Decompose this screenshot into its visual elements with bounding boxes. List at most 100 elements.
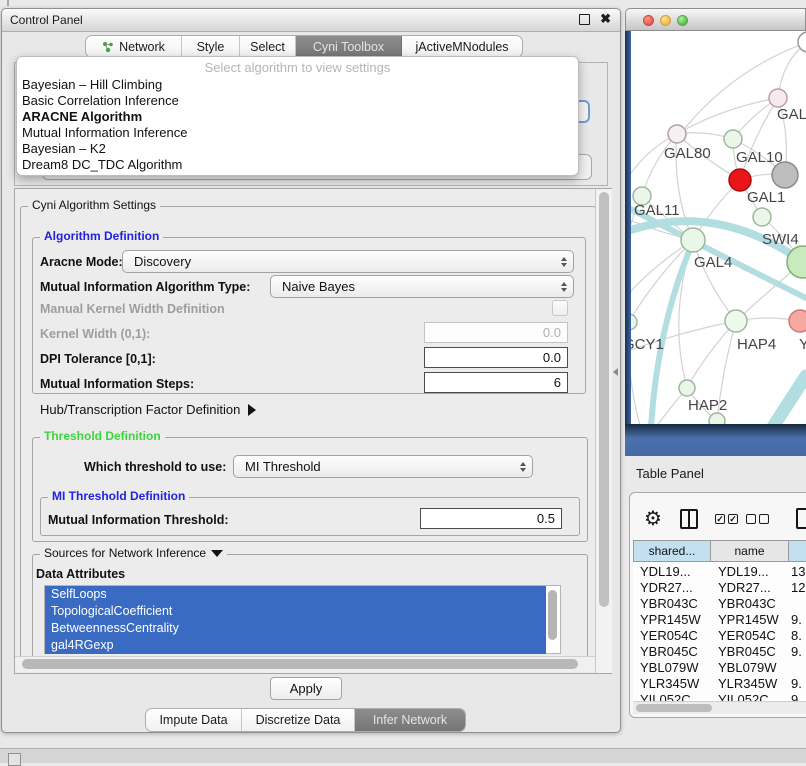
table-cell[interactable]: YIL052C xyxy=(718,692,769,701)
table-row[interactable]: YBR045C xyxy=(640,644,698,660)
attribute-item-betweenness[interactable]: BetweennessCentrality xyxy=(45,620,546,637)
aracne-mode-combo[interactable]: Discovery xyxy=(122,250,574,273)
settings-hscrollbar-thumb[interactable] xyxy=(22,659,578,669)
resize-grip-icon[interactable] xyxy=(8,753,21,766)
table-cell[interactable]: 13 xyxy=(791,564,805,580)
table-cell[interactable]: 9 xyxy=(791,692,798,701)
which-threshold-combo[interactable]: MI Threshold xyxy=(233,455,533,478)
mi-threshold-field[interactable]: 0.5 xyxy=(420,508,562,529)
table-cell[interactable]: YDL19... xyxy=(718,564,769,580)
network-frame-bottom xyxy=(625,424,806,456)
minimize-traffic-light-icon[interactable] xyxy=(660,15,671,26)
zoom-traffic-light-icon[interactable] xyxy=(677,15,688,26)
float-window-icon[interactable] xyxy=(579,14,590,25)
select-all-columns-icon[interactable]: ✓✓ xyxy=(715,514,738,524)
dropdown-item-basic-correlation[interactable]: Basic Correlation Inference xyxy=(17,93,578,109)
tab-infer-network[interactable]: Infer Network xyxy=(355,709,465,731)
node-gal10[interactable] xyxy=(724,130,742,148)
tab-style[interactable]: Style xyxy=(182,36,240,57)
dpi-tolerance-field[interactable]: 0.0 xyxy=(424,347,568,368)
node-hap4[interactable] xyxy=(725,310,747,332)
deselect-all-columns-icon[interactable] xyxy=(746,514,769,524)
table-body: YDL19... YDL19... 13 YDR27... YDR27... 1… xyxy=(633,562,806,701)
control-panel-titlebar[interactable]: Control Panel ✖ xyxy=(2,9,620,32)
table-cell[interactable]: YLR345W xyxy=(718,676,777,692)
manual-kernel-checkbox[interactable] xyxy=(552,300,568,316)
dropdown-item-dream8[interactable]: Dream8 DC_TDC Algorithm xyxy=(17,157,578,173)
table-hscrollbar-thumb[interactable] xyxy=(636,704,712,712)
kernel-width-field[interactable]: 0.0 xyxy=(424,322,568,343)
tab-select[interactable]: Select xyxy=(240,36,296,57)
close-icon[interactable]: ✖ xyxy=(600,11,611,27)
control-panel-tabbar: Network Style Select Cyni Toolbox jActiv… xyxy=(85,35,523,58)
table-cell[interactable]: 9. xyxy=(791,612,802,628)
network-node-label: GAL xyxy=(777,106,806,123)
tab-impute-data[interactable]: Impute Data xyxy=(146,709,242,731)
list-scrollbar-thumb[interactable] xyxy=(548,590,557,640)
table-cell[interactable]: YBR043C xyxy=(718,596,776,612)
tab-discretize-data[interactable]: Discretize Data xyxy=(242,709,355,731)
table-cell[interactable]: 9. xyxy=(791,644,802,660)
column-header-shared-name[interactable]: shared... xyxy=(633,540,711,562)
node-salmon[interactable] xyxy=(789,310,806,332)
mi-type-combo[interactable]: Naive Bayes xyxy=(270,275,574,298)
table-hscrollbar xyxy=(633,701,806,714)
node-gcy1[interactable] xyxy=(631,314,637,330)
table-row[interactable]: YIL052C xyxy=(640,692,691,701)
network-node-label: GAL10 xyxy=(736,149,783,166)
table-row[interactable]: YLR345W xyxy=(640,676,699,692)
dropdown-item-aracne[interactable]: ARACNE Algorithm xyxy=(17,109,578,125)
sources-group-title[interactable]: Sources for Network Inference xyxy=(40,546,227,560)
which-threshold-label: Which threshold to use: xyxy=(84,460,226,474)
attribute-item-selfloops[interactable]: SelfLoops xyxy=(45,586,546,603)
aracne-mode-value: Discovery xyxy=(134,254,191,269)
table-row[interactable]: YBR043C xyxy=(640,596,698,612)
node-gal1-red[interactable] xyxy=(729,169,751,191)
tab-jactivemnodules[interactable]: jActiveMNodules xyxy=(402,36,522,57)
gear-icon[interactable]: ⚙ xyxy=(644,508,662,530)
node-hap2[interactable] xyxy=(679,380,695,396)
node-gal80[interactable] xyxy=(668,125,686,143)
attribute-item-gal4rgexp[interactable]: gal4RGexp xyxy=(45,637,546,654)
which-threshold-value: MI Threshold xyxy=(245,459,321,474)
export-table-icon[interactable] xyxy=(796,508,806,529)
tab-network[interactable]: Network xyxy=(86,36,182,57)
mi-steps-label: Mutual Information Steps: xyxy=(40,377,194,391)
split-columns-icon[interactable] xyxy=(680,509,698,529)
column-header-partial[interactable] xyxy=(789,540,806,562)
node-gal4[interactable] xyxy=(681,228,705,252)
attribute-item-topological[interactable]: TopologicalCoefficient xyxy=(45,603,546,620)
bottom-status-strip xyxy=(0,748,806,763)
table-row[interactable]: YBL079W xyxy=(640,660,699,676)
table-row[interactable]: YDL19... xyxy=(640,564,691,580)
dropdown-item-bayesian-k2[interactable]: Bayesian – K2 xyxy=(17,141,578,157)
dropdown-prompt: Select algorithm to view settings xyxy=(17,59,578,77)
panel-splitter-arrow-icon[interactable] xyxy=(613,368,618,376)
table-cell[interactable]: YBL079W xyxy=(718,660,777,676)
table-cell[interactable]: 9. xyxy=(791,676,802,692)
apply-button[interactable]: Apply xyxy=(270,677,342,700)
dropdown-item-bayesian-hill[interactable]: Bayesian – Hill Climbing xyxy=(17,77,578,93)
dropdown-item-mutual-information[interactable]: Mutual Information Inference xyxy=(17,125,578,141)
column-header-name[interactable]: name xyxy=(711,540,789,562)
table-cell[interactable]: YPR145W xyxy=(718,612,779,628)
mi-steps-field[interactable]: 6 xyxy=(424,372,568,393)
node-bottom[interactable] xyxy=(709,413,725,424)
table-cell[interactable]: 8. xyxy=(791,628,802,644)
table-cell[interactable]: YER054C xyxy=(718,628,776,644)
settings-vscrollbar-thumb[interactable] xyxy=(599,192,609,607)
network-node-label: HAP4 xyxy=(737,336,776,353)
table-row[interactable]: YPR145W xyxy=(640,612,701,628)
node-swi4[interactable] xyxy=(753,208,771,226)
close-traffic-light-icon[interactable] xyxy=(643,15,654,26)
table-row[interactable]: YER054C xyxy=(640,628,698,644)
node-pink-top[interactable] xyxy=(769,89,787,107)
tab-cyni-toolbox[interactable]: Cyni Toolbox xyxy=(296,36,402,57)
top-edge-tick xyxy=(7,0,9,6)
table-cell[interactable]: 12 xyxy=(791,580,805,596)
hub-definition-toggle[interactable]: Hub/Transcription Factor Definition xyxy=(40,402,256,417)
table-cell[interactable]: YDR27... xyxy=(718,580,771,596)
table-row[interactable]: YDR27... xyxy=(640,580,693,596)
table-cell[interactable]: YBR045C xyxy=(718,644,776,660)
network-window-titlebar[interactable] xyxy=(625,8,806,31)
